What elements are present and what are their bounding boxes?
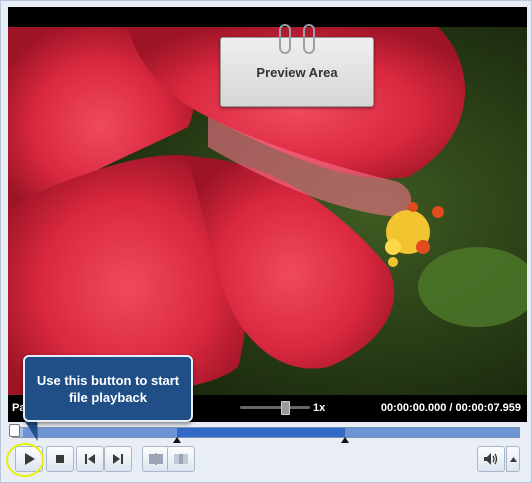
preview-area-label: Preview Area [256, 64, 338, 80]
timeline-segment [345, 428, 519, 437]
preview-area-card: Preview Area [220, 24, 374, 107]
stop-button[interactable] [46, 446, 74, 472]
selection-end-marker[interactable] [341, 437, 349, 443]
video-editor-window: Preview Area Pa 1x 00:00:00.000 / 00:00:… [0, 0, 532, 483]
skip-previous-icon [85, 454, 95, 464]
selection-start-marker[interactable] [173, 437, 181, 443]
merge-button[interactable] [167, 446, 195, 472]
speaker-icon [484, 453, 498, 465]
speed-slider-track[interactable] [240, 406, 310, 409]
play-button-tooltip: Use this button to start file playback [23, 355, 193, 422]
volume-button[interactable] [477, 446, 505, 472]
volume-dropdown-button[interactable] [506, 446, 520, 472]
split-icon [149, 453, 163, 465]
skip-next-icon [113, 454, 123, 464]
playhead-handle[interactable] [9, 424, 20, 437]
merge-icon [174, 454, 188, 464]
binder-ring-icon [303, 24, 315, 54]
current-time: 00:00:00.000 [380, 402, 447, 414]
previous-button[interactable] [76, 446, 104, 472]
tooltip-text: Use this button to start file playback [36, 372, 180, 405]
next-button[interactable] [104, 446, 132, 472]
timeline-segment [23, 428, 177, 437]
timeline-track[interactable] [12, 427, 520, 443]
speed-slider-thumb[interactable] [281, 401, 290, 415]
speed-label: 1x [313, 402, 326, 414]
total-time: 00:00:07.959 [455, 402, 521, 414]
play-button-highlight [6, 443, 44, 477]
time-separator: / [449, 402, 453, 414]
timeline-selection[interactable] [177, 428, 345, 437]
split-button[interactable] [142, 446, 170, 472]
stop-icon [56, 455, 64, 463]
binder-ring-icon [279, 24, 291, 54]
time-display: 00:00:00.000 / 00:00:07.959 [381, 402, 521, 414]
chevron-up-icon [509, 456, 517, 462]
